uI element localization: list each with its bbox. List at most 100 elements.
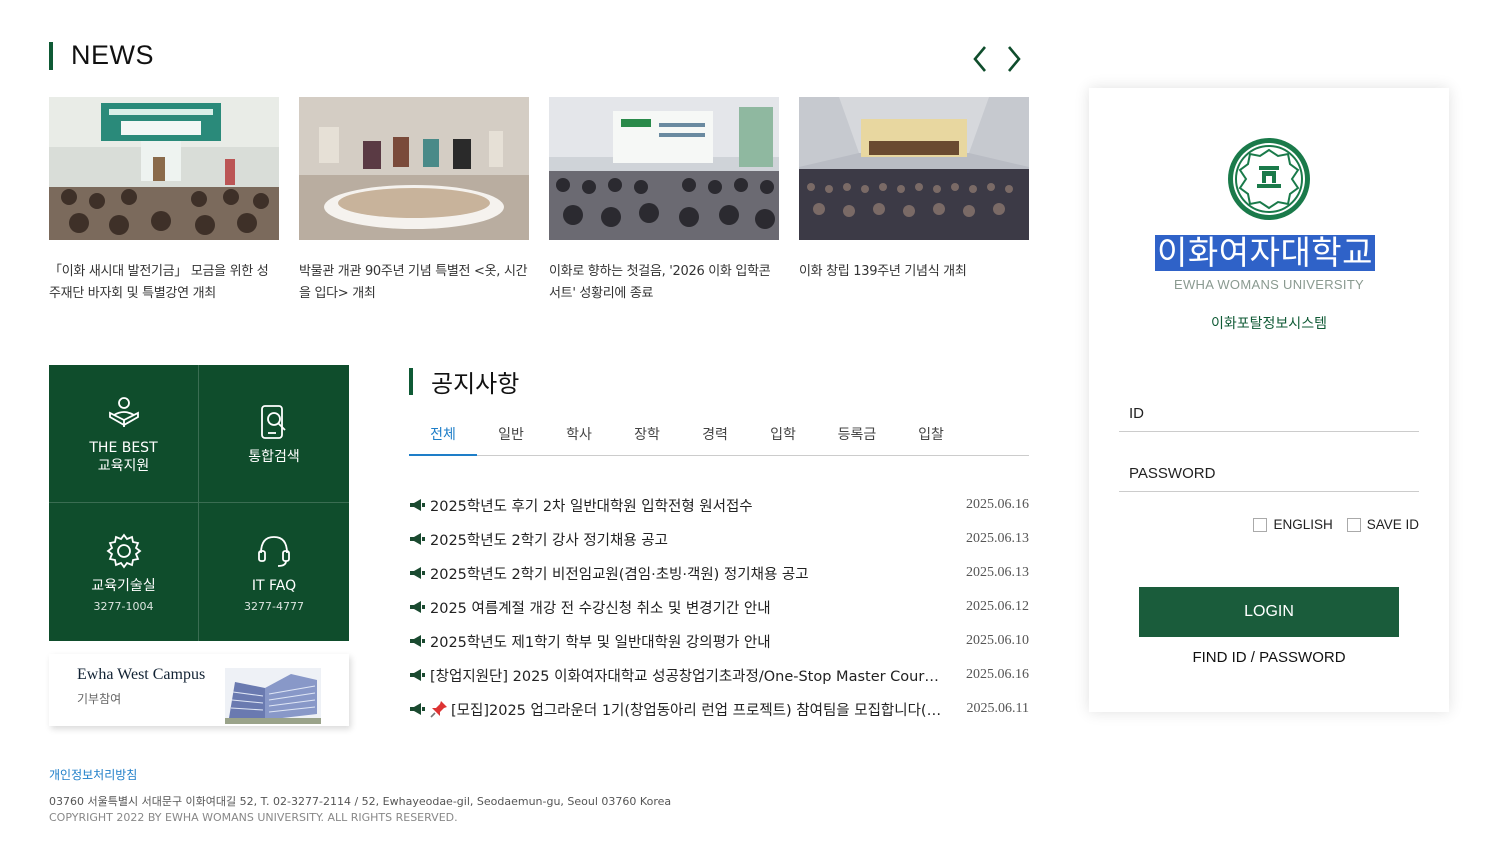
notice-header: 공지사항 <box>409 364 519 399</box>
news-list: 「이화 새시대 발전기금」 모금을 위한 성주재단 바자회 및 특별강연 개최 … <box>49 97 1029 305</box>
tile-label: IT FAQ <box>251 578 297 594</box>
megaphone-icon <box>410 669 425 681</box>
find-id-password-link[interactable]: FIND ID / PASSWORD <box>1089 649 1449 666</box>
tab-all[interactable]: 전체 <box>409 420 477 456</box>
tile-label: 통합검색 <box>248 448 300 465</box>
tile-edtech-office[interactable]: 교육기술실 3277-1004 <box>49 503 199 641</box>
notice-text[interactable]: 2025 여름계절 개강 전 수강신청 취소 및 변경기간 안내 <box>430 597 961 618</box>
news-thumbnail[interactable] <box>299 97 529 240</box>
megaphone-icon <box>410 635 425 647</box>
save-id-checkbox-box[interactable] <box>1346 517 1361 532</box>
tile-label: THE BEST 교육지원 <box>89 439 158 474</box>
news-thumbnail[interactable] <box>49 97 279 240</box>
notice-text[interactable]: 2025학년도 후기 2차 일반대학원 입학전형 원서접수 <box>430 495 961 516</box>
mobile-search-icon <box>261 404 286 439</box>
university-name: 이화여자대학교 <box>1155 233 1376 272</box>
save-id-checkbox[interactable]: SAVE ID <box>1346 517 1419 532</box>
notice-text[interactable]: 2025학년도 2학기 비전임교원(겸임·초빙·객원) 정기채용 공고 <box>430 563 961 584</box>
notice-date: 2025.06.10 <box>966 633 1029 648</box>
tab-career[interactable]: 경력 <box>681 420 749 455</box>
chevron-left-icon <box>973 46 986 72</box>
notice-date: 2025.06.16 <box>966 667 1029 682</box>
notice-text[interactable]: [창업지원단] 2025 이화여자대학교 성공창업기초과정/One-Stop M… <box>430 665 961 686</box>
gear-icon <box>106 533 141 569</box>
notice-row[interactable]: 2025학년도 2학기 비전임교원(겸임·초빙·객원) 정기채용 공고 2025… <box>409 556 1029 590</box>
chevron-right-icon <box>1008 46 1021 72</box>
notice-date: 2025.06.12 <box>966 599 1029 614</box>
news-card[interactable]: 이화 창립 139주년 기념식 개최 <box>799 97 1029 305</box>
notice-text[interactable]: 2025학년도 제1학기 학부 및 일반대학원 강의평가 안내 <box>430 631 961 652</box>
notice-date: 2025.06.11 <box>966 701 1029 716</box>
portal-system-name: 이화포탈정보시스템 <box>1211 316 1327 332</box>
notice-row[interactable]: [창업지원단] 2025 이화여자대학교 성공창업기초과정/One-Stop M… <box>409 658 1029 692</box>
privacy-policy-link[interactable]: 개인정보처리방침 <box>49 766 137 783</box>
tab-scholarship[interactable]: 장학 <box>613 420 681 455</box>
news-caption[interactable]: 박물관 개관 90주년 기념 특별전 <옷, 시간을 입다> 개최 <box>299 261 529 305</box>
notice-list: 2025학년도 후기 2차 일반대학원 입학전형 원서접수 2025.06.16… <box>409 488 1029 726</box>
megaphone-icon <box>410 703 425 715</box>
education-support-icon <box>108 396 139 427</box>
tab-bid[interactable]: 입찰 <box>897 420 965 455</box>
tile-integrated-search[interactable]: 통합검색 <box>199 365 349 503</box>
megaphone-icon <box>410 601 425 613</box>
tab-admission[interactable]: 입학 <box>749 420 817 455</box>
megaphone-icon <box>410 533 425 545</box>
university-seal-logo <box>1228 138 1310 220</box>
notice-row[interactable]: 2025 여름계절 개강 전 수강신청 취소 및 변경기간 안내 2025.06… <box>409 590 1029 624</box>
campus-name: Ewha West Campus <box>77 666 206 683</box>
login-button[interactable]: LOGIN <box>1139 587 1399 637</box>
megaphone-icon <box>410 567 425 579</box>
news-header: NEWS <box>49 40 154 71</box>
notice-row[interactable]: 2025학년도 2학기 강사 정기채용 공고 2025.06.13 <box>409 522 1029 556</box>
notice-row[interactable]: 2025학년도 제1학기 학부 및 일반대학원 강의평가 안내 2025.06.… <box>409 624 1029 658</box>
west-campus-banner[interactable]: Ewha West Campus 기부참여 <box>49 654 349 726</box>
notice-date: 2025.06.13 <box>966 565 1029 580</box>
news-thumbnail[interactable] <box>549 97 779 240</box>
news-next-button[interactable] <box>1002 44 1026 74</box>
notice-text[interactable]: 2025학년도 2학기 강사 정기채용 공고 <box>430 529 961 550</box>
news-card[interactable]: 「이화 새시대 발전기금」 모금을 위한 성주재단 바자회 및 특별강연 개최 <box>49 97 279 305</box>
tile-phone: 3277-1004 <box>93 600 154 613</box>
megaphone-icon <box>410 499 425 511</box>
notice-date: 2025.06.16 <box>966 497 1029 512</box>
news-card[interactable]: 박물관 개관 90주년 기념 특별전 <옷, 시간을 입다> 개최 <box>299 97 529 305</box>
save-id-checkbox-label: SAVE ID <box>1366 517 1419 532</box>
notice-text[interactable]: [모집]2025 업그라운더 1기(창업동아리 런업 프로젝트) 참여팀을 모집… <box>451 699 961 720</box>
login-panel: 이화여자대학교 EWHA WOMANS UNIVERSITY 이화포탈정보시스템… <box>1089 88 1449 712</box>
id-input[interactable] <box>1119 396 1419 432</box>
tile-label: 교육기술실 <box>91 578 156 594</box>
english-checkbox-box[interactable] <box>1253 517 1268 532</box>
news-title-bar <box>49 41 53 70</box>
campus-sub: 기부참여 <box>77 692 122 706</box>
news-caption[interactable]: 「이화 새시대 발전기금」 모금을 위한 성주재단 바자회 및 특별강연 개최 <box>49 261 279 305</box>
notice-row[interactable]: 2025학년도 후기 2차 일반대학원 입학전형 원서접수 2025.06.16 <box>409 488 1029 522</box>
english-checkbox[interactable]: ENGLISH <box>1253 517 1333 532</box>
news-prev-button[interactable] <box>968 44 992 74</box>
pushpin-icon <box>430 701 447 718</box>
tab-academic[interactable]: 학사 <box>545 420 613 455</box>
tile-best-education[interactable]: THE BEST 교육지원 <box>49 365 199 503</box>
quick-menu: THE BEST 교육지원 통합검색 교육기술실 3277-1004 IT FA… <box>49 365 349 641</box>
notice-row[interactable]: [모집]2025 업그라운더 1기(창업동아리 런업 프로젝트) 참여팀을 모집… <box>409 692 1029 726</box>
notice-tabs: 전체 일반 학사 장학 경력 입학 등록금 입찰 <box>409 420 1029 456</box>
news-caption[interactable]: 이화로 향하는 첫걸음, '2026 이화 입학콘서트' 성황리에 종료 <box>549 261 779 305</box>
notice-title-bar <box>409 368 413 395</box>
news-card[interactable]: 이화로 향하는 첫걸음, '2026 이화 입학콘서트' 성황리에 종료 <box>549 97 779 305</box>
tile-it-faq[interactable]: IT FAQ 3277-4777 <box>199 503 349 641</box>
tab-general[interactable]: 일반 <box>477 420 545 455</box>
login-options: ENGLISH SAVE ID <box>1253 517 1419 532</box>
news-thumbnail[interactable] <box>799 97 1029 240</box>
footer-copyright: COPYRIGHT 2022 BY EWHA WOMANS UNIVERSITY… <box>49 811 458 824</box>
notice-date: 2025.06.13 <box>966 531 1029 546</box>
headset-icon <box>258 536 290 567</box>
tab-tuition[interactable]: 등록금 <box>817 420 897 455</box>
news-title: NEWS <box>71 40 154 70</box>
university-english-name: EWHA WOMANS UNIVERSITY <box>1173 277 1365 292</box>
english-checkbox-label: ENGLISH <box>1273 517 1333 532</box>
footer-address: 03760 서울특별시 서대문구 이화여대길 52, T. 02-3277-21… <box>49 795 672 808</box>
notice-title: 공지사항 <box>431 370 520 398</box>
news-caption[interactable]: 이화 창립 139주년 기념식 개최 <box>799 261 1029 283</box>
campus-building-image <box>225 668 321 724</box>
password-input[interactable] <box>1119 456 1419 492</box>
tile-phone: 3277-4777 <box>244 600 304 613</box>
